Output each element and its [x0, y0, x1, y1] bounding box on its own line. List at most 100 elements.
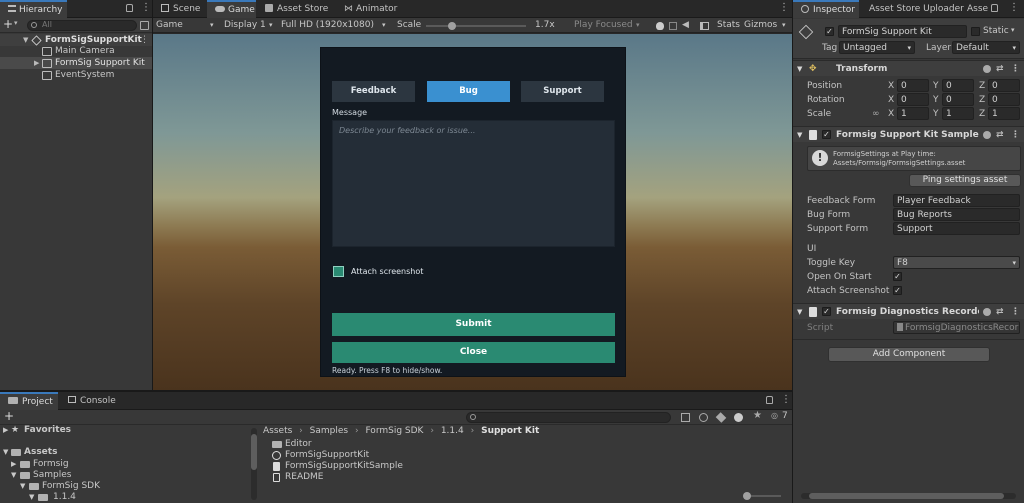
component-enabled-toggle[interactable]: ✓	[822, 130, 831, 139]
bug-icon[interactable]	[656, 22, 664, 30]
kebab-menu-icon[interactable]: ⋮	[779, 2, 789, 13]
inspector-scrollbar[interactable]	[801, 493, 1016, 499]
expand-arrow-icon[interactable]: ▶	[34, 57, 39, 69]
transform-header[interactable]: ▼ ✥ Transform ⇄ ⋮	[793, 60, 1024, 76]
expand-arrow-icon[interactable]: ▼	[3, 446, 8, 458]
form-tab-support[interactable]: Support	[521, 81, 604, 102]
add-component-button[interactable]: Add Component	[828, 347, 990, 362]
grid-icon[interactable]	[700, 22, 709, 30]
tree-item-assets[interactable]: ▼ Assets	[0, 446, 250, 458]
preset-icon[interactable]: ⇄	[996, 127, 1004, 143]
kebab-menu-icon[interactable]: ⋮	[141, 2, 151, 13]
kebab-menu-icon[interactable]: ⋮	[1011, 61, 1020, 77]
game-mode-dropdown[interactable]: Game ▾	[156, 18, 216, 33]
tab-hierarchy[interactable]: Hierarchy	[0, 0, 67, 18]
help-icon[interactable]	[983, 131, 991, 139]
hidden-packages-icon[interactable]: ◎	[771, 411, 778, 420]
expand-arrow-icon[interactable]: ▶	[3, 424, 8, 436]
breadcrumb-item[interactable]: 1.1.4	[441, 426, 464, 436]
form-tab-feedback[interactable]: Feedback	[332, 81, 415, 102]
link-icon[interactable]: ∞	[872, 109, 880, 119]
rotation-y-field[interactable]: 0	[942, 93, 974, 106]
hierarchy-item[interactable]: Main Camera	[0, 45, 152, 57]
active-toggle[interactable]: ✓	[825, 27, 834, 36]
play-mode-dropdown[interactable]: Play Focused ▾	[574, 18, 644, 33]
scale-slider[interactable]	[426, 22, 526, 30]
attach-screenshot-checkbox[interactable]: ✓	[893, 286, 902, 295]
scale-y-field[interactable]: 1	[942, 107, 974, 120]
game-viewport[interactable]: Feedback Bug Support Message Describe yo…	[153, 34, 792, 390]
message-textarea[interactable]: Describe your feedback or issue...	[332, 120, 615, 247]
alert-icon[interactable]	[734, 413, 743, 422]
breadcrumb-item[interactable]: Samples	[310, 426, 348, 436]
tab-animator[interactable]: ⋈ Animator	[336, 0, 400, 18]
feedback-form-field[interactable]: Player Feedback	[893, 194, 1020, 207]
toggle-divider-icon[interactable]	[669, 22, 677, 30]
lock-icon[interactable]	[991, 4, 998, 12]
list-item[interactable]: README	[270, 472, 770, 483]
kebab-menu-icon[interactable]: ⋮	[1009, 2, 1019, 13]
gizmos-dropdown[interactable]: Gizmos ▾	[744, 18, 788, 33]
favorites-row[interactable]: ▶ ★ Favorites	[0, 424, 250, 436]
submit-button[interactable]: Submit	[332, 313, 615, 336]
tree-item-version[interactable]: ▼ 1.1.4	[0, 491, 250, 503]
hierarchy-item[interactable]: EventSystem	[0, 69, 152, 81]
search-options-icon[interactable]	[140, 21, 149, 30]
tab-console[interactable]: Console	[60, 392, 120, 410]
tag-icon[interactable]	[715, 412, 727, 423]
add-button[interactable]: +	[3, 17, 13, 31]
chevron-down-icon[interactable]: ▾	[14, 19, 18, 27]
list-item[interactable]: FormSigSupportKitSample	[270, 461, 770, 472]
inspector-scrollbar-thumb[interactable]	[809, 493, 1004, 499]
hierarchy-item[interactable]: ▶ FormSig Support Kit	[0, 57, 152, 69]
bug-form-field[interactable]: Bug Reports	[893, 208, 1020, 221]
layer-dropdown[interactable]: Default ▾	[952, 41, 1020, 54]
scale-slider-thumb[interactable]	[448, 22, 456, 30]
help-icon[interactable]	[983, 65, 991, 73]
lock-icon[interactable]	[126, 4, 133, 12]
resolution-dropdown[interactable]: Full HD (1920x1080) ▾	[281, 18, 391, 33]
speaker-icon[interactable]: ◀	[682, 18, 689, 33]
star-icon[interactable]: ★	[753, 410, 762, 421]
help-icon[interactable]	[983, 308, 991, 316]
recorder-component-header[interactable]: ▼ ✓ Formsig Diagnostics Recorder (Scr ⇄ …	[793, 303, 1024, 319]
tab-asset-store[interactable]: Asset Store	[257, 0, 333, 18]
search-by-type-icon[interactable]	[681, 413, 690, 422]
breadcrumb-item[interactable]: Assets	[263, 426, 292, 436]
scale-x-field[interactable]: 1	[897, 107, 929, 120]
chevron-down-icon[interactable]: ▾	[1011, 26, 1015, 34]
tab-asset-overflow[interactable]: Asse	[959, 0, 991, 18]
tab-inspector[interactable]: Inspector	[793, 0, 859, 18]
tag-dropdown[interactable]: Untagged ▾	[839, 41, 915, 54]
preset-icon[interactable]: ⇄	[996, 304, 1004, 320]
close-button[interactable]: Close	[332, 342, 615, 363]
component-enabled-toggle[interactable]: ✓	[822, 307, 831, 316]
list-item[interactable]: FormSigSupportKit	[270, 450, 770, 461]
tab-game[interactable]: Game	[207, 0, 256, 18]
kebab-menu-icon[interactable]: ⋮	[1011, 304, 1020, 320]
tree-scrollbar-thumb[interactable]	[251, 434, 257, 470]
kebab-menu-icon[interactable]: ⋮	[781, 394, 791, 405]
preset-icon[interactable]: ⇄	[996, 61, 1004, 77]
open-on-start-checkbox[interactable]: ✓	[893, 272, 902, 281]
lock-icon[interactable]	[766, 396, 773, 404]
static-toggle[interactable]	[971, 27, 980, 36]
expand-arrow-icon[interactable]: ▼	[797, 304, 802, 320]
tab-scene[interactable]: Scene	[153, 0, 206, 18]
attach-screenshot-checkbox[interactable]	[333, 266, 344, 277]
scale-z-field[interactable]: 1	[988, 107, 1020, 120]
add-button[interactable]: +	[4, 409, 14, 423]
sample-component-header[interactable]: ▼ ✓ Formsig Support Kit Sample (Scrip ⇄ …	[793, 126, 1024, 142]
toggle-key-dropdown[interactable]: F8 ▾	[893, 256, 1020, 269]
list-item[interactable]: Editor	[270, 439, 770, 450]
support-form-field[interactable]: Support	[893, 222, 1020, 235]
icon-size-slider[interactable]	[743, 492, 781, 500]
ping-settings-button[interactable]: Ping settings asset	[909, 174, 1021, 187]
position-x-field[interactable]: 0	[897, 79, 929, 92]
rotation-z-field[interactable]: 0	[988, 93, 1020, 106]
tab-project[interactable]: Project	[0, 392, 58, 410]
icon-size-slider-thumb[interactable]	[743, 492, 751, 500]
breadcrumb-item[interactable]: FormSig SDK	[365, 426, 423, 436]
search-by-label-icon[interactable]	[699, 413, 708, 422]
position-y-field[interactable]: 0	[942, 79, 974, 92]
